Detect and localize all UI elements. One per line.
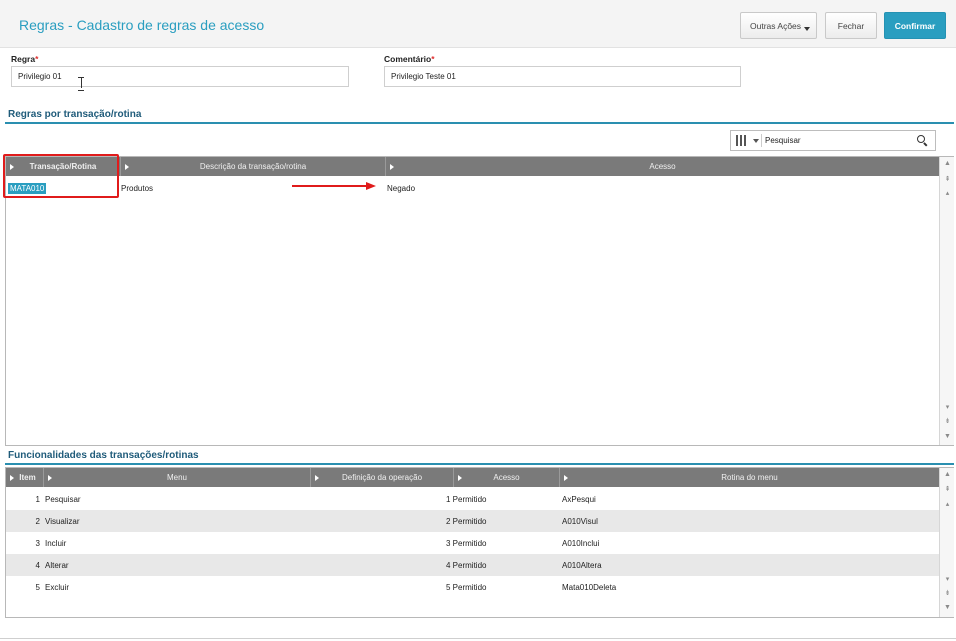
item-cell: 5 (35, 582, 40, 592)
acesso-cell: 2 Permitido (446, 516, 487, 526)
item-cell: 4 (35, 560, 40, 570)
scroll-bottom-icon[interactable]: ▼ (944, 604, 951, 612)
menu-cell: Alterar (45, 560, 69, 570)
regra-input[interactable]: Privilegio 01 (11, 66, 349, 87)
rules-section-title: Regras por transação/rotina (8, 109, 142, 120)
search-box[interactable]: Pesquisar (730, 130, 936, 151)
search-separator (761, 134, 762, 147)
rules-grid-header: Transação/Rotina Descrição da transação/… (6, 157, 939, 176)
scroll-up-icon[interactable]: ▴ (944, 190, 951, 198)
scroll-page-up-icon[interactable]: ⇞ (944, 486, 951, 494)
required-mark: * (431, 54, 435, 64)
regra-label: Regra* (11, 54, 39, 64)
scroll-down-icon[interactable]: ▾ (944, 576, 951, 584)
outras-acoes-label: Outras Ações (750, 20, 802, 31)
regra-value: Privilegio 01 (18, 72, 62, 81)
menu-cell: Pesquisar (45, 494, 81, 504)
search-input[interactable]: Pesquisar (765, 136, 801, 145)
functions-grid: Item Menu Definição da operação Acesso R… (5, 467, 954, 618)
scroll-top-icon[interactable]: ▲ (944, 160, 951, 168)
page-header: Regras - Cadastro de regras de acesso Ou… (0, 0, 956, 48)
rules-grid: Transação/Rotina Descrição da transação/… (5, 156, 954, 446)
table-row[interactable]: 1 Pesquisar 1 Permitido AxPesqui (6, 488, 939, 510)
highlight-box (3, 154, 119, 198)
table-row[interactable]: 2 Visualizar 2 Permitido A010Visul (6, 510, 939, 532)
table-row[interactable]: 5 Excluir 5 Permitido Mata010Deleta (6, 576, 939, 598)
required-mark: * (35, 54, 39, 64)
item-cell: 1 (35, 494, 40, 504)
arrow-right-icon (292, 182, 376, 190)
table-row[interactable]: 4 Alterar 4 Permitido A010Altera (6, 554, 939, 576)
column-header-acesso[interactable]: Acesso (454, 468, 560, 487)
functions-grid-scrollbar[interactable]: ▲ ⇞ ▴ ▾ ⇟ ▼ (939, 468, 954, 617)
column-header-menu[interactable]: Menu (44, 468, 311, 487)
sort-triangle-icon (564, 475, 568, 481)
acesso-cell: 4 Permitido (446, 560, 487, 570)
acesso-cell: 5 Permitido (446, 582, 487, 592)
scroll-page-down-icon[interactable]: ⇟ (944, 590, 951, 598)
comentario-label: Comentário* (384, 54, 435, 64)
item-cell: 2 (35, 516, 40, 526)
comentario-input[interactable]: Privilegio Teste 01 (384, 66, 741, 87)
scroll-top-icon[interactable]: ▲ (944, 471, 951, 479)
column-header-acesso[interactable]: Acesso (386, 157, 939, 176)
column-header-rotina[interactable]: Rotina do menu (560, 468, 939, 487)
sort-triangle-icon (458, 475, 462, 481)
scroll-up-icon[interactable]: ▴ (944, 501, 951, 509)
rotina-cell: AxPesqui (562, 494, 596, 504)
rotina-cell: A010Visul (562, 516, 598, 526)
acesso-cell: 3 Permitido (446, 538, 487, 548)
sort-triangle-icon (315, 475, 319, 481)
item-cell: 3 (35, 538, 40, 548)
menu-cell: Incluir (45, 538, 67, 548)
column-header-definicao[interactable]: Definição da operação (311, 468, 454, 487)
search-icon[interactable] (917, 135, 928, 146)
scroll-bottom-icon[interactable]: ▼ (944, 433, 951, 441)
footer-divider (0, 638, 956, 639)
scroll-page-down-icon[interactable]: ⇟ (944, 418, 951, 426)
column-header-descricao[interactable]: Descrição da transação/rotina (121, 157, 386, 176)
chevron-down-icon (804, 27, 810, 31)
rotina-cell: A010Altera (562, 560, 602, 570)
scroll-down-icon[interactable]: ▾ (944, 404, 951, 412)
fechar-button[interactable]: Fechar (825, 12, 877, 39)
menu-cell: Excluir (45, 582, 70, 592)
acesso-cell: Negado (387, 183, 416, 193)
section-divider (5, 122, 954, 124)
section-divider (5, 463, 954, 465)
scroll-page-up-icon[interactable]: ⇞ (944, 176, 951, 184)
rotina-cell: A010Inclui (562, 538, 600, 548)
rules-grid-scrollbar[interactable]: ▲ ⇞ ▴ ▾ ⇟ ▼ (939, 157, 954, 445)
functions-grid-header: Item Menu Definição da operação Acesso R… (6, 468, 939, 487)
chevron-down-icon[interactable] (753, 139, 759, 143)
sort-triangle-icon (390, 164, 394, 170)
rotina-cell: Mata010Deleta (562, 582, 617, 592)
page-title: Regras - Cadastro de regras de acesso (19, 17, 265, 33)
sort-triangle-icon (48, 475, 52, 481)
sort-triangle-icon (125, 164, 129, 170)
sort-triangle-icon (10, 475, 14, 481)
column-header-item[interactable]: Item (6, 468, 44, 487)
table-row[interactable]: 3 Incluir 3 Permitido A010Inclui (6, 532, 939, 554)
outras-acoes-button[interactable]: Outras Ações (740, 12, 817, 39)
acesso-cell: 1 Permitido (446, 494, 487, 504)
columns-icon[interactable] (736, 135, 746, 146)
functions-section-title: Funcionalidades das transações/rotinas (8, 450, 199, 461)
menu-cell: Visualizar (45, 516, 80, 526)
confirmar-button[interactable]: Confirmar (884, 12, 946, 39)
text-cursor-icon (78, 77, 84, 91)
comentario-value: Privilegio Teste 01 (391, 72, 456, 81)
table-row[interactable]: MATA010 Produtos Negado (6, 177, 939, 199)
